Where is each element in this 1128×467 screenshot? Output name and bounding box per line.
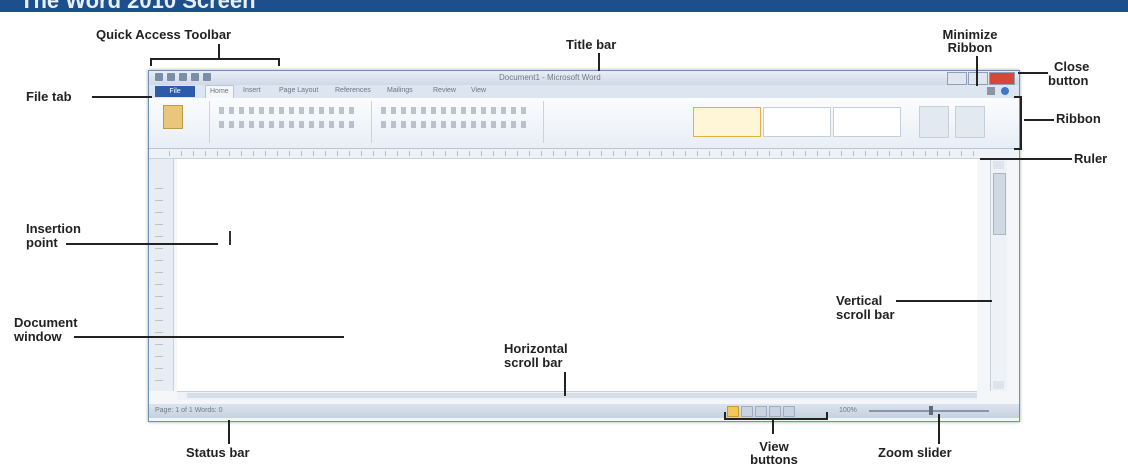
close-button[interactable] (989, 72, 1015, 85)
leader-file-tab (92, 96, 152, 98)
label-quick-access-toolbar: Quick Access Toolbar (96, 27, 232, 42)
label-document-window-line1: Document (14, 315, 78, 330)
label-minimize-ribbon-line2: Ribbon (947, 40, 993, 55)
style-heading-1[interactable] (833, 107, 901, 137)
leader-vertical-scroll-bar (896, 300, 992, 302)
scroll-up-arrow-icon[interactable] (993, 161, 1004, 169)
minimize-window-button[interactable] (947, 72, 967, 85)
zoom-slider-thumb[interactable] (929, 406, 933, 415)
label-ribbon: Ribbon (1056, 111, 1101, 126)
ribbon-group-styles (545, 101, 905, 143)
customize-qat-icon[interactable] (203, 73, 211, 81)
paragraph-controls-row-2[interactable] (381, 121, 531, 128)
app-title: Document1 - Microsoft Word (499, 73, 601, 82)
font-controls-row-1[interactable] (219, 107, 359, 114)
tab-references[interactable]: References (335, 87, 371, 94)
label-vertical-scroll-bar-line2: scroll bar (836, 307, 895, 322)
ribbon (149, 98, 1019, 149)
redo-icon[interactable] (191, 73, 199, 81)
ribbon-group-clipboard (153, 101, 210, 143)
label-file-tab: File tab (26, 89, 72, 104)
leader-document-window (74, 336, 344, 338)
header-title: The Word 2010 Screen (20, 0, 256, 12)
bracket-view-buttons (724, 412, 828, 420)
style-no-spacing[interactable] (763, 107, 831, 137)
status-text: Page: 1 of 1 Words: 0 (155, 407, 223, 414)
insertion-point-caret (229, 231, 231, 245)
tab-home[interactable]: Home (205, 85, 234, 98)
horizontal-scroll-bar[interactable] (177, 391, 977, 400)
minimize-ribbon-icon[interactable] (987, 87, 995, 95)
tab-review[interactable]: Review (433, 87, 456, 94)
leader-zoom-slider (938, 414, 940, 444)
word-window: Document1 - Microsoft Word File Home Ins… (148, 70, 1020, 422)
font-controls-row-2[interactable] (219, 121, 359, 128)
leader-insertion-point (66, 243, 218, 245)
ribbon-group-paragraph (373, 101, 544, 143)
leader-status-bar (228, 420, 230, 444)
leader-close-button (1018, 72, 1048, 74)
label-insertion-point-line1: Insertion (26, 221, 81, 236)
label-vertical-scroll-bar-line1: Vertical (836, 293, 883, 308)
label-insertion-point-line2: point (26, 235, 58, 250)
leader-view-buttons (772, 420, 774, 434)
tab-page-layout[interactable]: Page Layout (279, 87, 318, 94)
label-horizontal-scroll-bar-line1: Horizontal (504, 341, 568, 356)
document-page[interactable] (177, 159, 977, 391)
tab-insert[interactable]: Insert (243, 87, 261, 94)
label-close-button-line1: Close (1054, 59, 1090, 74)
tab-view[interactable]: View (471, 87, 486, 94)
label-close-button-line2: button (1048, 73, 1089, 88)
label-status-bar: Status bar (186, 445, 250, 460)
horizontal-scroll-thumb[interactable] (187, 393, 977, 398)
paste-icon[interactable] (163, 105, 183, 129)
leader-ribbon (1024, 119, 1054, 121)
scroll-down-arrow-icon[interactable] (993, 381, 1004, 389)
leader-title-bar (598, 53, 600, 71)
zoom-level[interactable]: 100% (839, 407, 857, 414)
vertical-scroll-bar[interactable] (990, 159, 1007, 391)
file-tab[interactable]: File (155, 86, 195, 97)
label-ruler: Ruler (1074, 151, 1108, 166)
editing-button[interactable] (955, 106, 985, 138)
leader-quick-access-toolbar (218, 44, 220, 58)
ribbon-group-font (211, 101, 372, 143)
vertical-ruler[interactable] (149, 159, 174, 391)
style-normal[interactable] (693, 107, 761, 137)
paragraph-controls-row-1[interactable] (381, 107, 531, 114)
label-zoom-slider: Zoom slider (878, 445, 952, 460)
undo-icon[interactable] (179, 73, 187, 81)
label-document-window-line2: window (14, 329, 62, 344)
maximize-window-button[interactable] (968, 72, 988, 85)
word-logo-icon (155, 73, 163, 81)
header-banner: The Word 2010 Screen (0, 0, 1128, 12)
window-controls (946, 72, 1015, 85)
bracket-ribbon (1014, 96, 1022, 150)
label-horizontal-scroll-bar-line2: scroll bar (504, 355, 563, 370)
save-icon[interactable] (167, 73, 175, 81)
leader-ruler (980, 158, 1072, 160)
horizontal-ruler[interactable] (149, 149, 1019, 159)
change-styles-button[interactable] (919, 106, 949, 138)
label-view-buttons-line2: buttons (750, 452, 798, 467)
vertical-scroll-thumb[interactable] (993, 173, 1006, 235)
leader-minimize-ribbon (976, 56, 978, 86)
title-bar: Document1 - Microsoft Word (149, 71, 1019, 85)
leader-horizontal-scroll-bar (564, 372, 566, 396)
quick-access-toolbar[interactable] (155, 73, 211, 83)
label-title-bar: Title bar (566, 37, 617, 52)
status-bar: Page: 1 of 1 Words: 0 100% (149, 404, 1019, 418)
bracket-quick-access-toolbar (150, 58, 280, 66)
help-icon[interactable] (1001, 87, 1009, 95)
tab-mailings[interactable]: Mailings (387, 87, 413, 94)
ribbon-tab-row: File Home Insert Page Layout References … (149, 85, 1019, 98)
